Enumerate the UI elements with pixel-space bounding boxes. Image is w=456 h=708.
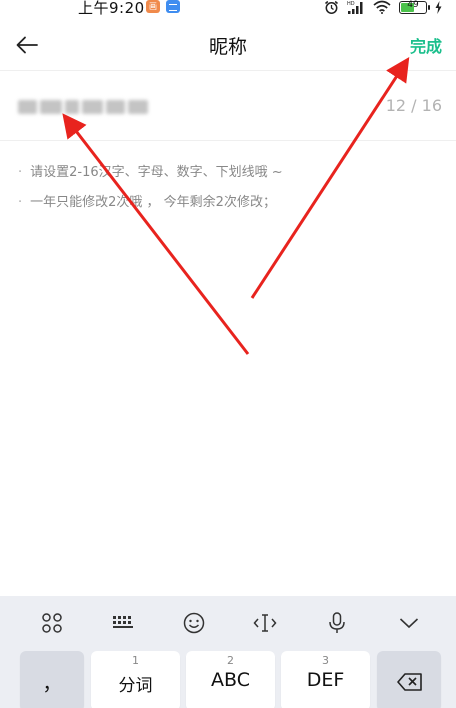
nickname-field[interactable]: 12 / 16 — [0, 72, 456, 140]
key-label: 分词 — [118, 676, 153, 696]
key-3-def[interactable]: 3 DEF — [281, 651, 370, 708]
done-button[interactable]: 完成 — [410, 33, 442, 57]
header: 昵称 完成 — [0, 20, 456, 70]
key-1-segment[interactable]: 1 分词 — [91, 651, 180, 708]
keyboard-toolbar — [0, 596, 456, 648]
tip-item: 一年只能修改2次哦 ， 今年剩余2次修改； — [18, 188, 283, 218]
cursor-icon[interactable] — [249, 608, 281, 638]
keyboard-icon[interactable] — [107, 608, 139, 638]
page-title: 昵称 — [208, 36, 247, 58]
keyboard: ， 1 分词 2 ABC 3 DEF — [0, 596, 456, 708]
wifi-icon — [373, 0, 391, 14]
key-label: DEF — [306, 669, 345, 691]
status-bar: 上午9:20 画 HD 49 — [0, 0, 456, 18]
message-notification-icon — [166, 0, 180, 13]
key-number: 1 — [132, 654, 139, 667]
microphone-icon[interactable] — [321, 608, 353, 638]
tip-item: 请设置2-16汉字、字母、数字、下划线哦 ~ — [18, 158, 283, 188]
collapse-icon[interactable] — [393, 608, 425, 638]
key-number: 2 — [227, 654, 234, 667]
svg-text:HD: HD — [347, 1, 355, 7]
key-comma[interactable]: ， — [20, 651, 84, 708]
key-label: ， — [42, 673, 62, 695]
app-notification-icon: 画 — [146, 0, 160, 13]
key-2-abc[interactable]: 2 ABC — [186, 651, 275, 708]
alarm-icon — [325, 0, 338, 14]
signal-icon: HD — [347, 1, 363, 14]
key-label: ABC — [211, 669, 250, 691]
delete-icon — [397, 673, 422, 691]
char-count: 12 / 16 — [385, 96, 442, 115]
arrow-to-nickname — [62, 113, 250, 355]
emoji-icon[interactable] — [178, 608, 210, 638]
key-number: 3 — [322, 654, 329, 667]
status-icons: HD 49 — [324, 0, 442, 15]
status-time: 上午9:20 — [78, 0, 145, 17]
key-delete[interactable] — [377, 651, 441, 708]
field-divider — [0, 140, 456, 141]
battery-text: 49 — [407, 0, 419, 10]
tips-list: 请设置2-16汉字、字母、数字、下划线哦 ~ 一年只能修改2次哦 ， 今年剩余2… — [18, 158, 283, 218]
charging-icon — [435, 0, 442, 14]
battery-icon: 49 — [399, 0, 430, 14]
header-divider — [0, 70, 456, 71]
keyboard-keys: ， 1 分词 2 ABC 3 DEF — [0, 651, 456, 708]
nickname-input-blurred[interactable] — [18, 96, 148, 118]
grid-icon[interactable] — [36, 608, 68, 638]
